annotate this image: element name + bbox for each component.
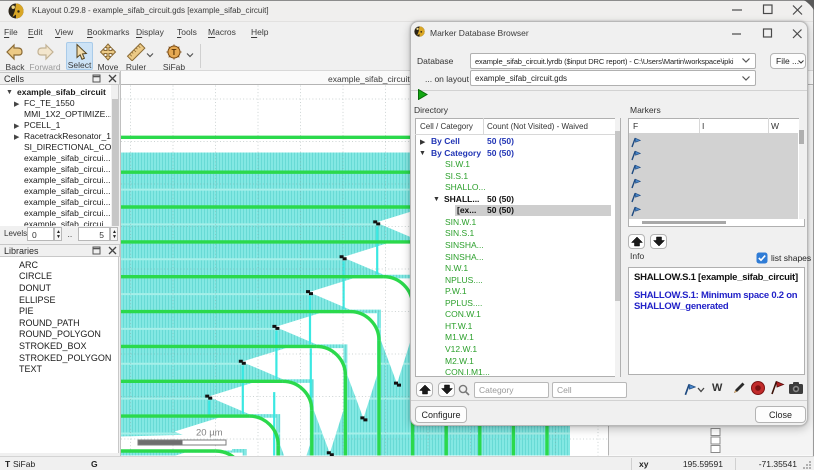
svg-text:T: T	[172, 48, 177, 57]
svg-text:20 µm: 20 µm	[196, 427, 223, 438]
